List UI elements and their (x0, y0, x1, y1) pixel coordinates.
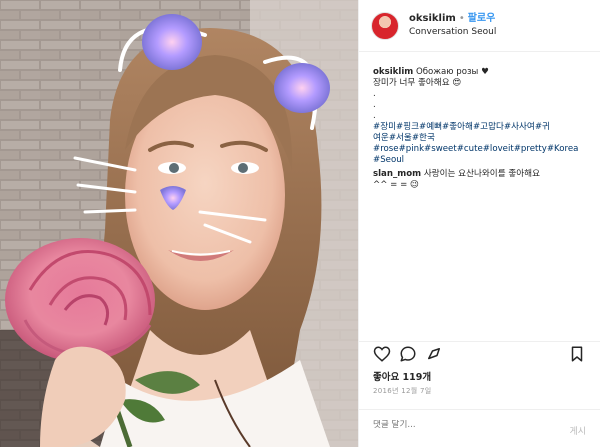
hashtag-link[interactable]: #귀 (535, 122, 550, 132)
action-bar (359, 341, 600, 365)
follow-button[interactable]: 팔로우 (468, 13, 496, 24)
post-photo[interactable] (0, 0, 358, 447)
hashtag-link[interactable]: #rose (373, 144, 399, 154)
caption-username[interactable]: oksiklim (373, 67, 413, 77)
hashtag-link[interactable]: #pretty (514, 144, 547, 154)
hashtag-link[interactable]: #예뻐 (419, 122, 442, 132)
hashtag-link[interactable]: #loveit (483, 144, 514, 154)
heart-icon[interactable] (373, 345, 391, 363)
caption-line: 장미가 너무 좋아해요 😍 (373, 78, 462, 88)
post-date[interactable]: 2016년 12월 7일 (373, 386, 432, 396)
caption-text: Обожаю розы ♥ (413, 67, 489, 77)
header-top-line: oksiklim • 팔로우 (409, 12, 496, 25)
hashtag-link[interactable]: 여운 (373, 133, 389, 143)
hashtag-link[interactable]: #서울 (389, 133, 412, 143)
hashtag-link[interactable]: #사사여 (504, 122, 535, 132)
separator-dot: • (458, 13, 465, 24)
comment-text: 사랑이는 요산나와이를 좋아해요 (421, 169, 540, 179)
header-text: oksiklim • 팔로우 Conversation Seoul (409, 12, 496, 39)
hashtag-link[interactable]: #고맙다 (473, 122, 504, 132)
caption-first-line: oksiklim Обожаю розы ♥ (373, 67, 588, 78)
comment-icon[interactable] (399, 345, 417, 363)
post-comment-button[interactable]: 게시 (569, 424, 586, 437)
caption-line: . (373, 89, 376, 99)
comment-input[interactable] (373, 420, 543, 430)
hashtag-link[interactable]: #Korea (547, 144, 579, 154)
post-side-panel: oksiklim • 팔로우 Conversation Seoul oksiklim… (358, 0, 600, 447)
hashtag-link[interactable]: #한국 (412, 133, 435, 143)
comment-item: slan_mom 사랑이는 요산나와이를 좋아해요 (373, 169, 588, 180)
hashtag-row: 여운#서울#한국 (373, 133, 588, 144)
hashtag-link[interactable]: #sweet (424, 144, 457, 154)
likes-count[interactable]: 좋아요 119개 (373, 369, 431, 383)
instagram-post: oksiklim • 팔로우 Conversation Seoul oksiklim… (0, 0, 600, 447)
hashtag-link[interactable]: #cute (457, 144, 483, 154)
comments-list: oksiklim Обожаю розы ♥ 장미가 너무 좋아해요 😍 . .… (359, 52, 600, 191)
add-comment-bar: 게시 (359, 409, 600, 447)
hashtag-row: #rose#pink#sweet#cute#loveit#pretty#Kore… (373, 144, 588, 155)
hashtag-link[interactable]: #좋아해 (442, 122, 473, 132)
comment-username[interactable]: slan_mom (373, 169, 421, 179)
hashtag-link[interactable]: #pink (399, 144, 424, 154)
location-link[interactable]: Conversation Seoul (409, 26, 496, 39)
selfie-with-rose-image (0, 0, 358, 447)
hashtag-row: #Seoul (373, 155, 588, 166)
username-link[interactable]: oksiklim (409, 13, 456, 24)
post-header: oksiklim • 팔로우 Conversation Seoul (359, 0, 600, 52)
hashtag-row: #장미#핑크#예뻐#좋아해#고맙다#사사여#귀 (373, 122, 588, 133)
hashtag-link[interactable]: #장미 (373, 122, 396, 132)
comment-line: ^^ = = 😉 (373, 180, 419, 190)
caption-line: . (373, 100, 376, 110)
caption-line: . (373, 111, 376, 121)
avatar[interactable] (371, 11, 399, 40)
hashtag-link[interactable]: #핑크 (396, 122, 419, 132)
bookmark-icon[interactable] (568, 345, 586, 363)
hashtag-link[interactable]: #Seoul (373, 155, 404, 165)
share-icon[interactable] (425, 345, 443, 363)
